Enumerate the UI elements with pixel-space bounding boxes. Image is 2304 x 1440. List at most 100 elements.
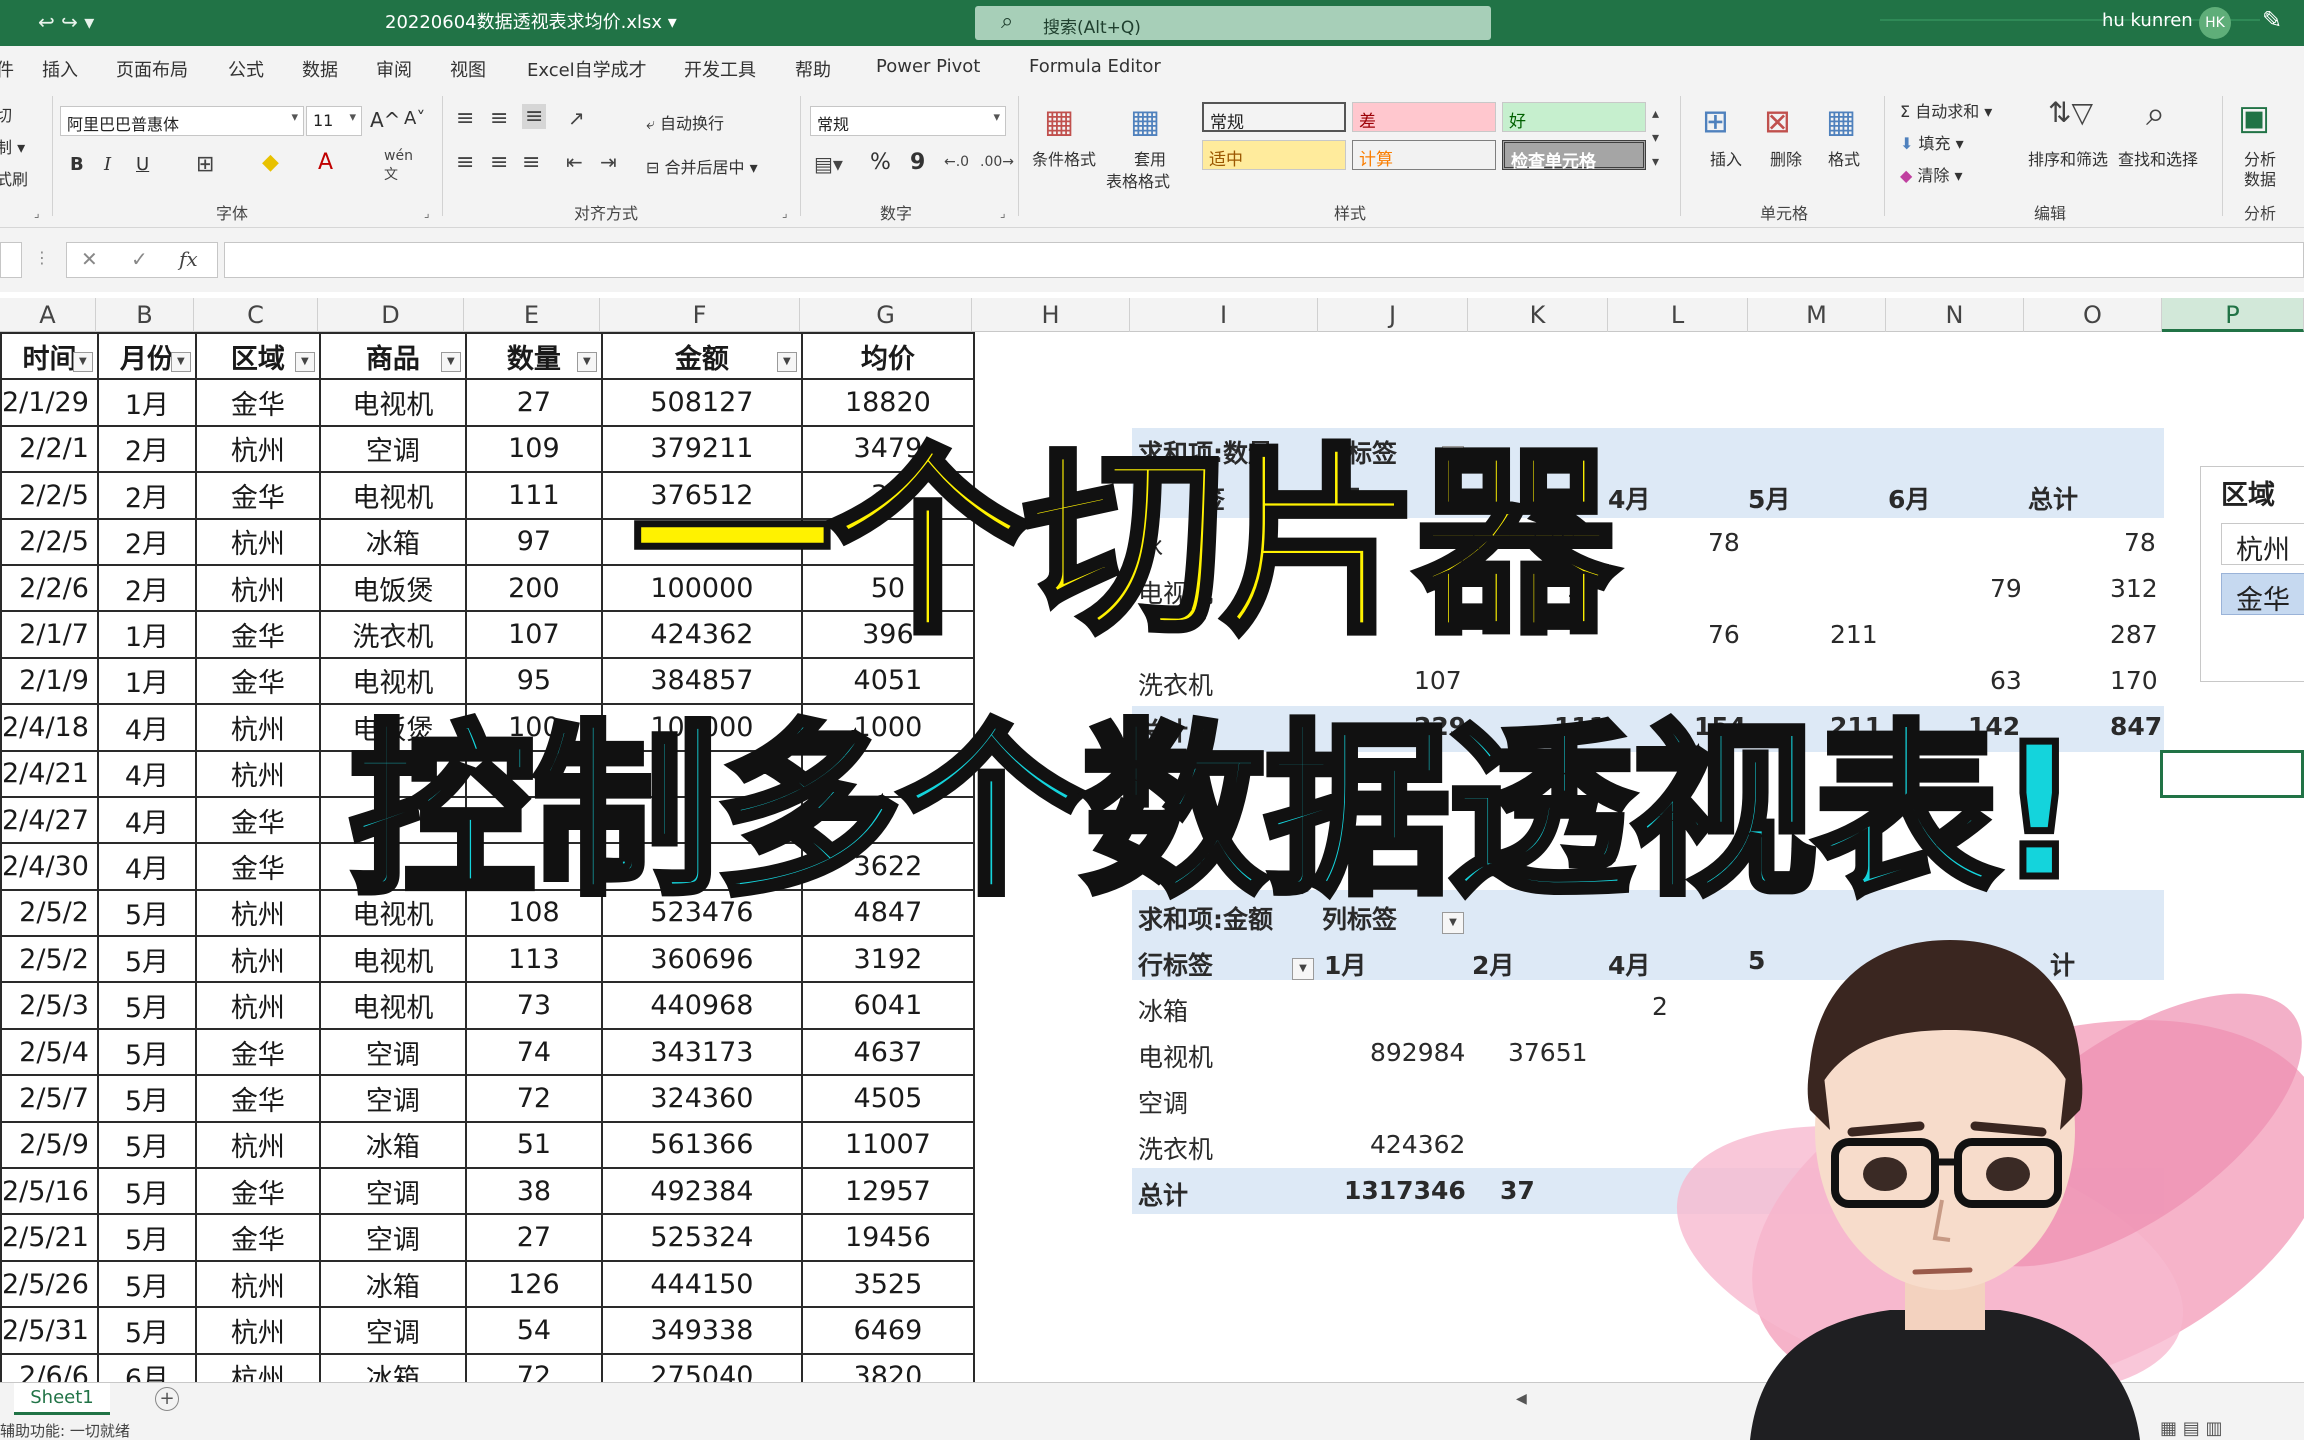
cell-time[interactable]: 2/5/7 xyxy=(0,1074,99,1123)
cell-avg-price[interactable]: 6041 xyxy=(800,981,975,1030)
cell-region[interactable]: 金华 xyxy=(194,1074,321,1123)
align-middle-icon[interactable]: ≡ xyxy=(490,106,508,131)
clipboard-launcher-icon[interactable]: ⌟ xyxy=(34,206,40,220)
cell-quantity[interactable]: 38 xyxy=(464,1167,603,1216)
enter-icon[interactable]: ✓ xyxy=(131,247,148,271)
cell-month[interactable]: 5月 xyxy=(96,1074,197,1123)
cell-region[interactable]: 杭州 xyxy=(194,1120,321,1170)
cell-avg-price[interactable]: 12957 xyxy=(800,1167,975,1216)
increase-decimal-icon[interactable]: ←.0 xyxy=(944,154,969,170)
style-calculation[interactable]: 计算 xyxy=(1352,140,1496,170)
tab-developer[interactable]: 开发工具 xyxy=(684,56,756,82)
align-bottom-icon[interactable]: ≡ xyxy=(522,104,547,129)
grow-font-button[interactable]: A^ xyxy=(370,108,400,132)
analyze-data-label-2[interactable]: 数据 xyxy=(2244,166,2276,190)
decrease-decimal-icon[interactable]: .00→ xyxy=(980,154,1014,170)
cell-month[interactable]: 1月 xyxy=(96,378,197,427)
cell-month[interactable]: 5月 xyxy=(96,1213,197,1262)
name-box[interactable] xyxy=(0,242,22,278)
cell-region[interactable]: 杭州 xyxy=(194,1306,321,1355)
col-header-a[interactable]: A xyxy=(0,298,96,332)
cell-quantity[interactable]: 74 xyxy=(464,1027,603,1077)
cell-product[interactable]: 冰箱 xyxy=(318,1259,467,1309)
cell-region[interactable]: 杭州 xyxy=(194,703,321,752)
cell-quantity[interactable]: 107 xyxy=(464,610,603,659)
cell-avg-price[interactable]: 19456 xyxy=(800,1213,975,1262)
styles-scroll-icon[interactable]: ▴ ▾ ▾ xyxy=(1652,102,1659,174)
number-format-select[interactable]: 常规 ▾ xyxy=(810,106,1006,136)
accounting-format-icon[interactable]: ▤▾ xyxy=(814,152,843,176)
cell-quantity[interactable]: 54 xyxy=(464,1306,603,1355)
cell-time[interactable]: 2/5/26 xyxy=(0,1259,99,1309)
pen-icon[interactable]: ✎ xyxy=(2262,6,2282,34)
cell-amount[interactable]: 343173 xyxy=(600,1027,803,1077)
tab-help[interactable]: 帮助 xyxy=(795,56,831,82)
style-normal[interactable]: 常规 xyxy=(1202,102,1346,133)
header-avg-price[interactable]: 均价 xyxy=(800,331,975,381)
cell-quantity[interactable]: 72 xyxy=(464,1074,603,1123)
cell-product[interactable]: 电视机 xyxy=(318,656,467,706)
cell-quantity[interactable]: 27 xyxy=(464,378,603,427)
clear-button[interactable]: ◆ 清除 ▾ xyxy=(1900,162,1963,186)
cell-product[interactable]: 电视机 xyxy=(318,981,467,1030)
delete-cells-button[interactable]: 删除 xyxy=(1770,146,1802,170)
cell-month[interactable]: 5月 xyxy=(96,1027,197,1077)
align-right-icon[interactable]: ≡ xyxy=(522,150,540,175)
col-header-j[interactable]: J xyxy=(1318,298,1468,332)
increase-indent-icon[interactable]: ⇥ xyxy=(600,150,617,174)
col-header-g[interactable]: G xyxy=(800,298,972,332)
orientation-icon[interactable]: ↗ xyxy=(568,106,585,130)
cell-product[interactable]: 电视机 xyxy=(318,935,467,984)
cell-region[interactable]: 杭州 xyxy=(194,981,321,1030)
cell-amount[interactable]: 360696 xyxy=(600,935,803,984)
cell-avg-price[interactable]: 4637 xyxy=(800,1027,975,1077)
cell-amount[interactable]: 324360 xyxy=(600,1074,803,1123)
cell-avg-price[interactable]: 6469 xyxy=(800,1306,975,1355)
cell-time[interactable]: 2/5/3 xyxy=(0,981,99,1030)
cell-avg-price[interactable]: 11007 xyxy=(800,1120,975,1170)
cell-quantity[interactable]: 200 xyxy=(464,563,603,613)
cell-region[interactable]: 杭州 xyxy=(194,517,321,566)
shrink-font-button[interactable]: A˅ xyxy=(404,108,425,129)
underline-button[interactable]: U xyxy=(136,154,149,175)
format-painter-button[interactable]: 式刷 xyxy=(0,166,28,190)
pivot2-row-filter-icon[interactable]: ▼ xyxy=(1292,958,1314,980)
pivot1-row-label-cell[interactable]: 洗衣机 xyxy=(1138,666,1213,702)
user-name[interactable]: hu kunren xyxy=(2102,10,2193,31)
pivot2-row-label[interactable]: 行标签 xyxy=(1138,946,1213,982)
col-header-c[interactable]: C xyxy=(194,298,318,332)
font-name-select[interactable]: 阿里巴巴普惠体 ▾ xyxy=(60,106,304,136)
cell-product[interactable]: 冰箱 xyxy=(318,1120,467,1170)
cell-product[interactable]: 电饭煲 xyxy=(318,563,467,613)
conditional-format-button[interactable]: 条件格式 xyxy=(1032,146,1096,170)
filter-dropdown-icon[interactable]: ▼ xyxy=(576,352,597,373)
cell-month[interactable]: 5月 xyxy=(96,1167,197,1216)
cell-time[interactable]: 2/5/21 xyxy=(0,1213,99,1262)
align-center-icon[interactable]: ≡ xyxy=(490,150,508,175)
fx-icon[interactable]: fx xyxy=(179,247,198,271)
cell-time[interactable]: 2/5/2 xyxy=(0,888,99,938)
cell-region[interactable]: 杭州 xyxy=(194,563,321,613)
cell-time[interactable]: 2/1/29 xyxy=(0,378,99,427)
tab-file[interactable]: 件 xyxy=(0,56,14,82)
cut-button[interactable]: 切 xyxy=(0,102,12,126)
header-region[interactable]: 区域 ▼ xyxy=(194,331,321,381)
search-box[interactable]: ⌕ 搜索(Alt+Q) xyxy=(975,6,1491,40)
cell-amount[interactable]: 508127 xyxy=(600,378,803,427)
cell-region[interactable]: 杭州 xyxy=(194,1259,321,1309)
format-as-table-label-1[interactable]: 套用 xyxy=(1134,146,1166,170)
tab-insert[interactable]: 插入 xyxy=(42,56,78,82)
filter-dropdown-icon[interactable]: ▼ xyxy=(440,352,461,373)
number-launcher-icon[interactable]: ⌟ xyxy=(1000,206,1006,220)
font-color-icon[interactable]: A xyxy=(318,150,333,175)
phonetic-icon[interactable]: wén 文 xyxy=(384,148,413,184)
cell-time[interactable]: 2/4/27 xyxy=(0,795,99,845)
cell-time[interactable]: 2/4/30 xyxy=(0,842,99,891)
align-left-icon[interactable]: ≡ xyxy=(456,150,474,175)
merge-center-button[interactable]: ⊟ 合并后居中 ▾ xyxy=(646,154,758,178)
pivot2-row-label-cell[interactable]: 冰箱 xyxy=(1138,992,1188,1028)
filter-dropdown-icon[interactable]: ▼ xyxy=(294,352,315,373)
cell-region[interactable]: 金华 xyxy=(194,656,321,706)
pivot2-row-label-cell[interactable]: 洗衣机 xyxy=(1138,1130,1213,1166)
cell-month[interactable]: 5月 xyxy=(96,935,197,984)
